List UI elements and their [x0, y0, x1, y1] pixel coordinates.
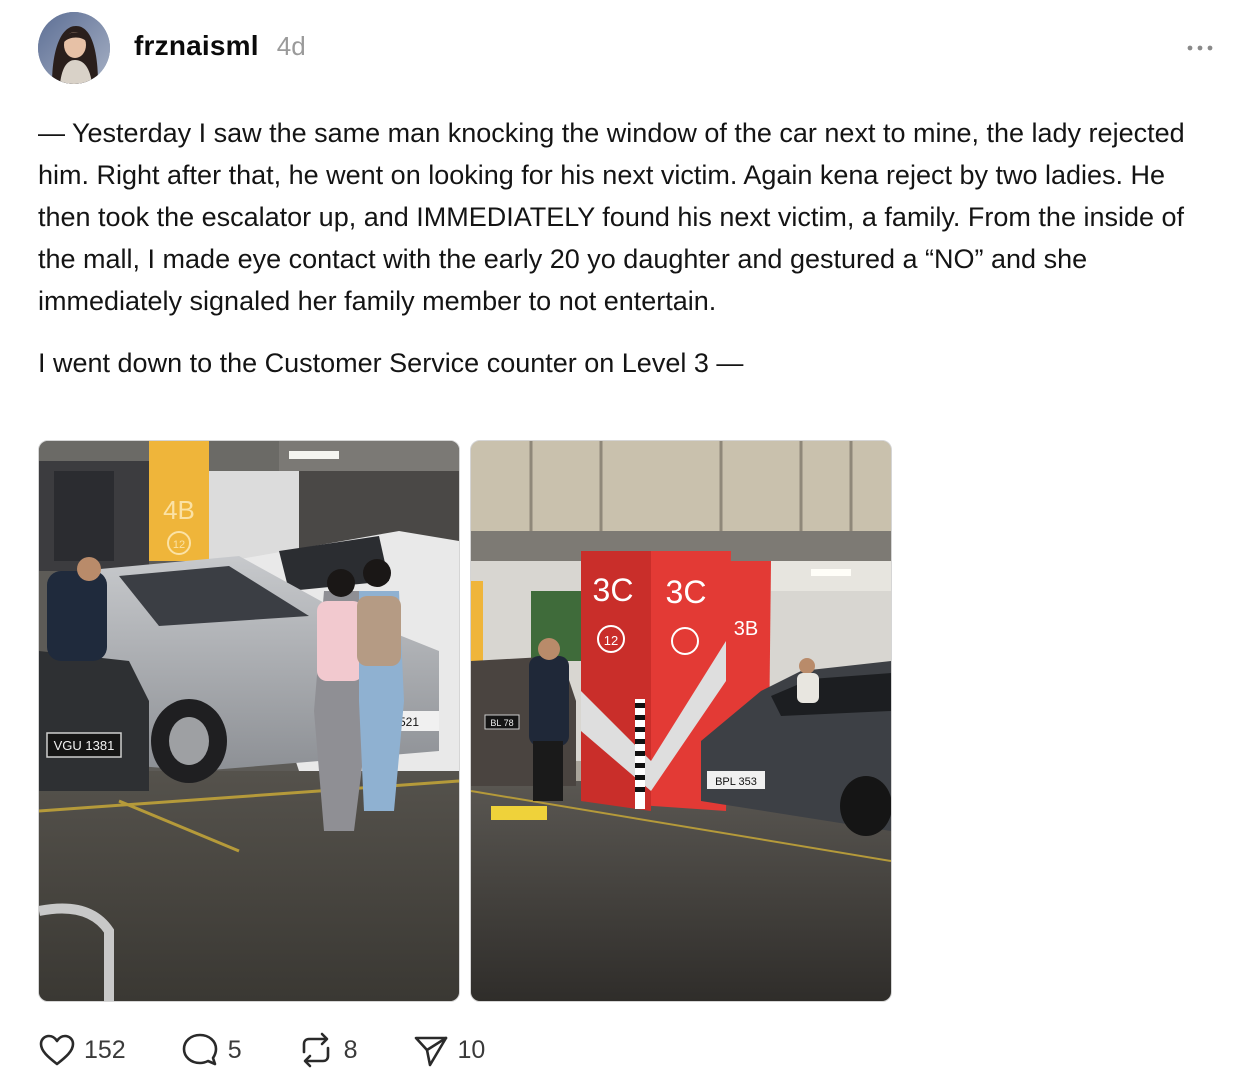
share-count: 10: [457, 1035, 486, 1064]
pillar-number: 12: [173, 539, 185, 551]
repost-icon: [302, 1032, 329, 1068]
like-count: 152: [84, 1035, 126, 1064]
post-photo-2[interactable]: 3C 3C 3B 12 BL 78 BPL 353: [470, 440, 892, 1002]
pillar-label-c: 3B: [734, 618, 758, 640]
username[interactable]: frznaisml: [134, 30, 259, 62]
heart-icon: [39, 1034, 75, 1066]
plate-left: BL 78: [490, 718, 513, 728]
repost-count: 8: [343, 1035, 358, 1064]
parking-photo-2: 3C 3C 3B 12 BL 78 BPL 353: [471, 441, 891, 1001]
pillar-label-a: 3C: [593, 572, 634, 608]
pillar-label-b: 3C: [666, 574, 707, 610]
like-button[interactable]: 152: [38, 1033, 126, 1067]
reply-count: 5: [227, 1035, 242, 1064]
repost-button[interactable]: 8: [296, 1032, 358, 1068]
pillar-label: 4B: [163, 495, 195, 525]
reply-button[interactable]: 5: [180, 1032, 242, 1068]
parking-photo-1: 4B 12 521 VGU 1381: [39, 441, 459, 1001]
action-bar: 152 5 8 10: [38, 1028, 539, 1072]
pillar-number: 12: [604, 633, 618, 648]
avatar[interactable]: [38, 12, 110, 84]
post-body: — Yesterday I saw the same man knocking …: [38, 112, 1218, 384]
post-timestamp[interactable]: 4d: [277, 31, 306, 62]
plate-left: VGU 1381: [54, 738, 115, 753]
comment-icon: [182, 1033, 218, 1066]
post-paragraph: — Yesterday I saw the same man knocking …: [38, 118, 1185, 316]
post-photo-1[interactable]: 4B 12 521 VGU 1381: [38, 440, 460, 1002]
share-button[interactable]: 10: [412, 1032, 486, 1068]
send-icon: [414, 1036, 447, 1067]
post-header: frznaisml 4d: [134, 30, 306, 70]
post-paragraph: I went down to the Customer Service coun…: [38, 348, 744, 378]
avatar-image: [38, 12, 110, 84]
plate-right: BPL 353: [715, 776, 757, 788]
more-options-icon[interactable]: [1186, 38, 1216, 58]
